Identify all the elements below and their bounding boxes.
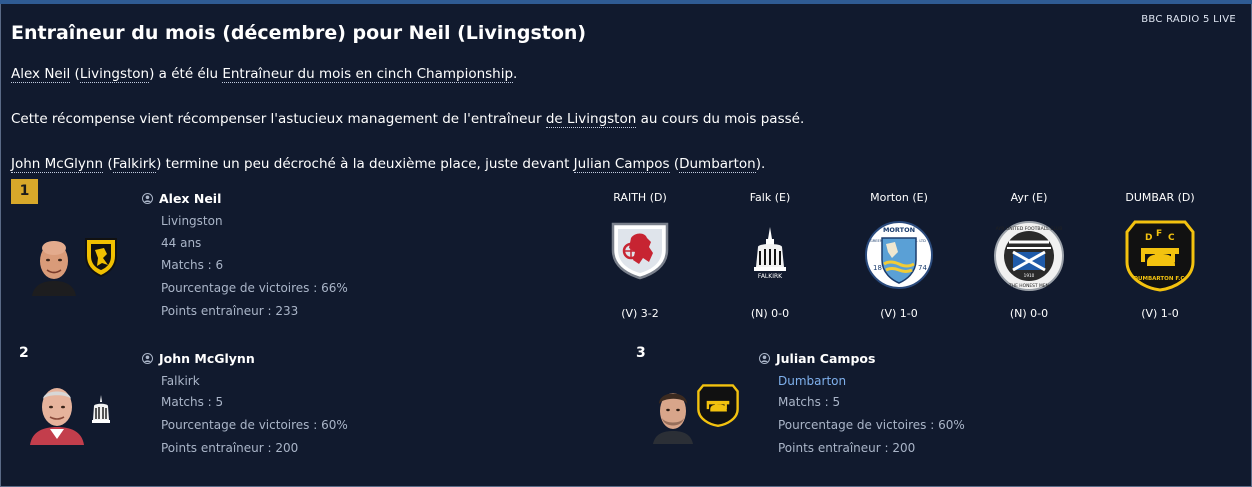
link-award[interactable]: Entraîneur du mois en cinch Championship — [222, 66, 514, 83]
second-club[interactable]: Falkirk — [161, 374, 200, 388]
link-club-livingston[interactable]: Livingston — [79, 66, 150, 83]
result-opponent-2[interactable]: Falk (E) — [720, 191, 820, 204]
livingston-crest-icon[interactable] — [82, 236, 120, 278]
result-opponent-1[interactable]: RAITH (D) — [590, 191, 690, 204]
dumbarton-crest-icon — [697, 384, 739, 428]
person-icon — [142, 353, 153, 364]
paragraph-3: John McGlynn (Falkirk) termine un peu dé… — [11, 156, 766, 173]
rank-number-2: 2 — [19, 345, 29, 361]
second-points: Points entraîneur : 200 — [161, 441, 299, 455]
ayr-bottom-text: THE HONEST MEN — [1008, 283, 1049, 289]
result-score-5[interactable]: (V) 1-0 — [1110, 307, 1210, 320]
dumbarton-bottom-text: DUMBARTON F.C. — [1133, 276, 1186, 282]
avatar-face-icon — [651, 384, 695, 444]
falkirk-crest-icon: FALKIRK — [754, 227, 786, 280]
manager-photo-alex-neil[interactable] — [30, 234, 78, 296]
text-fragment: au cours du mois passé. — [640, 111, 805, 127]
ayr-ring-text: AYR UNITED FOOTBALL CLUB — [996, 226, 1063, 232]
falkirk-crest-text: FALKIRK — [758, 273, 783, 280]
result-opponent-3[interactable]: Morton (E) — [849, 191, 949, 204]
result-opponent-5[interactable]: DUMBAR (D) — [1110, 191, 1210, 204]
link-manager-alex-neil[interactable]: Alex Neil — [11, 66, 71, 83]
falkirk-crest-icon — [92, 395, 110, 423]
news-source: BBC RADIO 5 LIVE — [1141, 14, 1236, 25]
manager-photo-julian-campos[interactable] — [651, 384, 695, 444]
dumbarton-crest-icon: D F C DUMBARTON F.C. — [1125, 220, 1195, 292]
raith-rovers-crest-icon[interactable] — [609, 220, 671, 284]
text-fragment: termine un peu décroché à la deuxième pl… — [165, 156, 570, 172]
falkirk-crest-icon[interactable]: FALKIRK — [746, 225, 794, 285]
person-icon — [759, 353, 770, 364]
paragraph-1: Alex Neil (Livingston) a été élu Entraîn… — [11, 66, 518, 83]
dumbarton-letter: C — [1168, 233, 1175, 243]
ayr-year-text: 1910 — [1024, 273, 1035, 278]
dumbarton-crest-icon[interactable]: D F C DUMBARTON F.C. — [1123, 218, 1197, 296]
winner-age: 44 ans — [161, 236, 202, 250]
manager-name-label: Julian Campos — [776, 351, 876, 366]
dumbarton-crest-icon[interactable] — [696, 383, 740, 428]
avatar-face-icon — [30, 234, 78, 296]
third-matches: Matchs : 5 — [778, 395, 841, 409]
second-matches: Matchs : 5 — [161, 395, 224, 409]
manager-name-label: John McGlynn — [159, 351, 255, 366]
second-name[interactable]: John McGlynn — [142, 351, 255, 366]
top-accent-bar — [0, 0, 1252, 4]
text-fragment: ). — [755, 156, 766, 172]
result-score-1[interactable]: (V) 3-2 — [590, 307, 690, 320]
dumbarton-letter: F — [1156, 229, 1162, 239]
winner-club[interactable]: Livingston — [161, 214, 223, 228]
link-club-falkirk[interactable]: Falkirk — [112, 156, 157, 173]
text-fragment: . — [513, 66, 518, 82]
avatar-face-icon — [28, 381, 86, 445]
rank-badge-1: 1 — [11, 179, 38, 204]
third-win-pct: Pourcentage de victoires : 60% — [778, 418, 965, 432]
morton-crest-text: MORTON — [883, 226, 915, 234]
morton-crest-icon[interactable]: MORTON GREENOCK F.C. LTD 18 74 — [862, 218, 936, 296]
third-points: Points entraîneur : 200 — [778, 441, 916, 455]
paragraph-2: Cette récompense vient récompenser l'ast… — [11, 111, 805, 128]
person-icon — [142, 193, 153, 204]
result-score-4[interactable]: (N) 0-0 — [979, 307, 1079, 320]
rank-number-3: 3 — [636, 345, 646, 361]
text-fragment: Cette récompense vient récompenser l'ast… — [11, 111, 542, 127]
link-manager-julian-campos[interactable]: Julian Campos — [573, 156, 670, 173]
link-club-livingston-2[interactable]: de Livingston — [545, 111, 637, 128]
morton-year-text: 74 — [918, 264, 927, 272]
morton-year-text: 18 — [873, 264, 882, 272]
falkirk-crest-icon[interactable] — [88, 394, 114, 428]
result-opponent-4[interactable]: Ayr (E) — [979, 191, 1079, 204]
link-manager-john-mcglynn[interactable]: John McGlynn — [11, 156, 104, 173]
ayr-united-crest-icon: AYR UNITED FOOTBALL CLUB 1910 THE HONEST… — [994, 221, 1064, 291]
ayr-united-crest-icon[interactable]: AYR UNITED FOOTBALL CLUB 1910 THE HONEST… — [993, 220, 1065, 296]
second-win-pct: Pourcentage de victoires : 60% — [161, 418, 348, 432]
result-score-2[interactable]: (N) 0-0 — [720, 307, 820, 320]
livingston-crest-icon — [85, 238, 117, 278]
winner-points: Points entraîneur : 233 — [161, 304, 299, 318]
morton-crest-icon: MORTON GREENOCK F.C. LTD 18 74 — [865, 221, 933, 289]
raith-rovers-crest-icon — [611, 222, 669, 280]
manager-photo-john-mcglynn[interactable] — [28, 381, 86, 445]
headline: Entraîneur du mois (décembre) pour Neil … — [11, 22, 587, 44]
result-score-3[interactable]: (V) 1-0 — [849, 307, 949, 320]
winner-name[interactable]: Alex Neil — [142, 191, 221, 206]
winner-matches: Matchs : 6 — [161, 258, 224, 272]
text-fragment: a été élu — [158, 66, 219, 82]
link-club-dumbarton[interactable]: Dumbarton — [679, 156, 756, 173]
third-name[interactable]: Julian Campos — [759, 351, 875, 366]
dumbarton-letter: D — [1145, 233, 1152, 243]
winner-win-pct: Pourcentage de victoires : 66% — [161, 281, 348, 295]
third-club[interactable]: Dumbarton — [778, 374, 846, 388]
manager-name-label: Alex Neil — [159, 191, 222, 206]
